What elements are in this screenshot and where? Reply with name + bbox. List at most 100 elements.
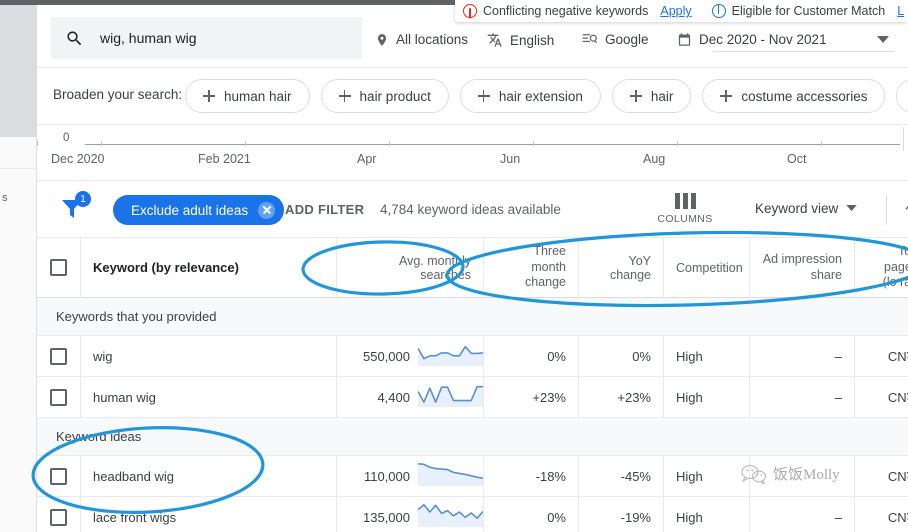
learn-more-link[interactable]: L	[897, 4, 904, 18]
view-selector[interactable]: Keyword view	[755, 201, 857, 216]
chart-x-tick-label: Apr	[357, 152, 376, 166]
wechat-icon	[741, 464, 767, 484]
avg-searches-value: 110,000	[337, 469, 418, 484]
info-circle-icon	[712, 4, 726, 18]
chart-right-border	[903, 127, 904, 151]
broaden-chip[interactable]: hair product	[321, 79, 449, 113]
search-icon	[65, 29, 84, 48]
cell-keyword: human wig	[81, 377, 337, 417]
avg-searches-value: 4,400	[337, 390, 418, 405]
row-select-cell[interactable]	[37, 497, 81, 532]
table-row[interactable]: lace front wigs 135,000 0% -19% High – C…	[37, 497, 908, 532]
network-label: Google	[605, 32, 649, 47]
broaden-chip[interactable]: hair extension	[460, 79, 601, 113]
toolbar-divider	[886, 195, 887, 225]
column-header-avg-monthly-searches[interactable]: Avg. monthly searches	[337, 238, 484, 297]
language-selector[interactable]: English	[487, 32, 554, 48]
column-header-three-month-change[interactable]: Three month change	[484, 238, 579, 297]
chart-x-tick-label: Jun	[500, 152, 520, 166]
cell-ad-impression-share: –	[750, 377, 855, 417]
google-keyword-planner-screen: s wig, human wig All locations	[0, 0, 908, 532]
cell-avg-monthly-searches: 110,000	[337, 456, 484, 496]
cell-avg-monthly-searches: 550,000	[337, 336, 484, 376]
chart-x-tick	[37, 141, 38, 146]
chart-x-tick-label: Feb 2021	[198, 152, 251, 166]
cell-ad-impression-share: –	[750, 336, 855, 376]
broaden-chip[interactable]: 100 human ha	[896, 79, 908, 113]
row-select-cell[interactable]	[37, 456, 81, 496]
plus-icon	[478, 90, 490, 102]
broaden-search-row: Broaden your search: human hair hair pro…	[37, 68, 908, 125]
broaden-chip[interactable]: human hair	[185, 79, 310, 113]
main-panel: wig, human wig All locations English	[37, 0, 908, 532]
translate-icon	[487, 32, 503, 48]
language-label: English	[510, 33, 554, 48]
avg-searches-value: 135,000	[337, 510, 418, 525]
column-header-top-of-page-bid[interactable]: Top of page bid (lo range	[855, 238, 908, 297]
search-input[interactable]: wig, human wig	[51, 17, 362, 59]
add-filter-button[interactable]: ADD FILTER	[285, 202, 364, 217]
table-group-header: Keyword ideas	[37, 418, 908, 456]
filter-count-badge: 1	[75, 191, 91, 207]
filter-toolbar: 1 Exclude adult ideas ADD FILTER 4,784 k…	[37, 181, 908, 238]
chart-x-tick-label: Dec 2020	[51, 152, 105, 166]
cell-keyword: lace front wigs	[81, 497, 337, 532]
broaden-chip-label: costume accessories	[741, 89, 867, 104]
broaden-chip-label: hair product	[360, 89, 431, 104]
table-row[interactable]: human wig 4,400 +23% +23% High – CN¥3.5	[37, 377, 908, 418]
location-label: All locations	[396, 32, 468, 47]
broaden-chip[interactable]: costume accessories	[702, 79, 885, 113]
select-all-checkbox[interactable]	[50, 259, 67, 276]
chart-x-tick	[533, 141, 534, 146]
search-input-value: wig, human wig	[100, 30, 197, 46]
chart-x-tick	[245, 141, 246, 146]
cell-competition: High	[664, 336, 750, 376]
trend-chart-axis: 0 Dec 2020 Feb 2021 Apr Jun Aug Oct	[37, 125, 908, 181]
broaden-chip-label: hair	[651, 89, 674, 104]
notification-customer-match[interactable]: Eligible for Customer Match L	[712, 4, 904, 18]
table-group-label: Keyword ideas	[37, 429, 141, 444]
table-row[interactable]: wig 550,000 0% 0% High – CN¥2.8	[37, 336, 908, 377]
chart-x-tick	[821, 141, 822, 146]
row-checkbox[interactable]	[50, 348, 67, 365]
column-header-yoy-change[interactable]: YoY change	[579, 238, 664, 297]
columns-label: COLUMNS	[644, 213, 726, 225]
cell-competition: High	[664, 497, 750, 532]
rail-truncated-label: s	[2, 192, 8, 204]
close-icon[interactable]	[258, 202, 275, 219]
location-pin-icon	[375, 33, 389, 47]
cell-avg-monthly-searches: 4,400	[337, 377, 484, 417]
cell-top-of-page-bid: CN¥3.4	[855, 497, 908, 532]
row-checkbox[interactable]	[50, 509, 67, 526]
plus-icon	[339, 90, 351, 102]
table-group-label: Keywords that you provided	[37, 309, 216, 324]
broaden-chip-list: human hair hair product hair extension h…	[185, 79, 908, 113]
keyword-table: Keyword (by relevance) Avg. monthly sear…	[37, 238, 908, 532]
cell-competition: High	[664, 377, 750, 417]
plus-icon	[203, 90, 215, 102]
watermark: 饭饭Molly	[741, 463, 840, 484]
network-selector[interactable]: Google	[582, 32, 649, 47]
column-header-competition[interactable]: Competition	[664, 238, 750, 297]
active-filter-chip[interactable]: Exclude adult ideas	[113, 195, 284, 225]
chart-x-tick	[389, 141, 390, 146]
row-checkbox[interactable]	[50, 468, 67, 485]
location-selector[interactable]: All locations	[375, 32, 468, 47]
cell-top-of-page-bid: CN¥3.5	[855, 377, 908, 417]
chart-x-tick-label: Oct	[787, 152, 806, 166]
column-header-ad-impression-share[interactable]: Ad impression share	[750, 238, 855, 297]
cell-top-of-page-bid: CN¥4.2	[855, 456, 908, 496]
row-select-cell[interactable]	[37, 377, 81, 417]
row-checkbox[interactable]	[50, 389, 67, 406]
row-select-cell[interactable]	[37, 336, 81, 376]
notification-conflicting-keywords[interactable]: Conflicting negative keywords Apply	[463, 4, 692, 18]
broaden-chip[interactable]: hair	[612, 79, 692, 113]
chevron-down-icon[interactable]	[877, 36, 889, 44]
cell-yoy-change: 0%	[579, 336, 664, 376]
columns-button[interactable]: COLUMNS	[644, 193, 726, 225]
date-range-selector[interactable]: Dec 2020 - Nov 2021	[677, 32, 827, 47]
apply-link[interactable]: Apply	[660, 4, 691, 18]
column-header-keyword[interactable]: Keyword (by relevance)	[81, 238, 337, 297]
select-all-header[interactable]	[37, 238, 81, 297]
rail-selected-block[interactable]	[0, 5, 37, 137]
